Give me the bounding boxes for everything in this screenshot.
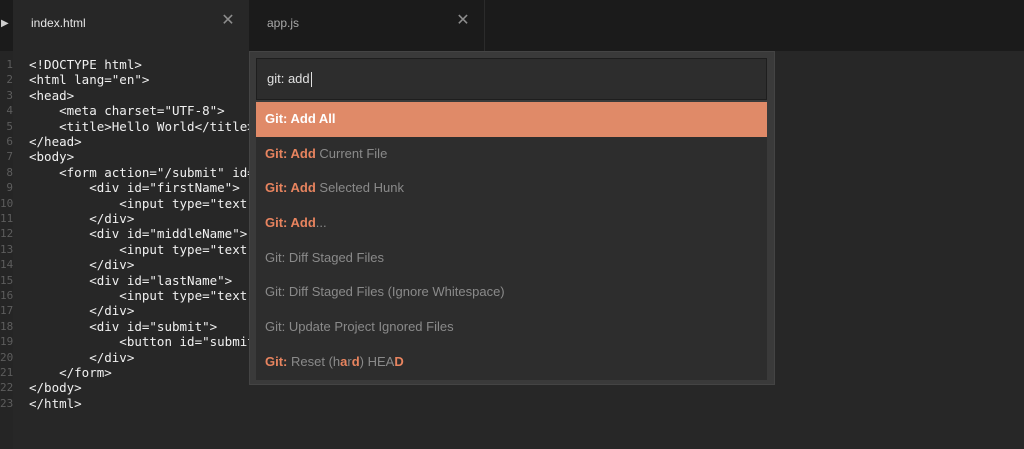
- code-line: <meta charset="UTF-8">: [29, 103, 225, 119]
- item-text: Reset (h: [287, 353, 341, 369]
- match-highlight: d: [351, 353, 360, 369]
- match-highlight: D: [394, 353, 404, 369]
- line-number: 22: [0, 381, 13, 395]
- tab-app-js[interactable]: app.js ✕: [249, 0, 485, 51]
- code-line: <form action="/submit" id=": [29, 164, 263, 180]
- item-text: Current File: [315, 145, 388, 161]
- tab-index-html[interactable]: index.html ✕: [13, 0, 249, 51]
- command-palette-item[interactable]: Git: Add All: [256, 102, 767, 137]
- command-palette-input[interactable]: git: add: [256, 58, 767, 100]
- item-text: ) HEA: [359, 353, 395, 369]
- line-number: 18: [0, 319, 13, 333]
- code-line: <input type="text": [29, 195, 255, 211]
- line-number: 10: [0, 196, 13, 210]
- command-palette-item[interactable]: Git: Reset (hard) HEAD: [256, 345, 767, 380]
- command-palette-item[interactable]: Git: Add Current File: [256, 137, 767, 172]
- close-icon[interactable]: ✕: [221, 12, 235, 28]
- line-number-gutter: 1 2 3 4 5 6 7 8 9 10 11 12 13 14 15 16 17 18 19 20 21 22 23: [0, 51, 13, 449]
- tab-label: index.html: [31, 16, 86, 30]
- code-line: <body>: [29, 149, 75, 165]
- line-number: 20: [0, 350, 13, 364]
- code-line: <!DOCTYPE html>: [29, 57, 142, 72]
- match-highlight: Git: Add All: [265, 111, 336, 126]
- line-number: 8: [6, 165, 13, 179]
- tab-label: app.js: [267, 16, 300, 30]
- line-number: 4: [6, 104, 13, 118]
- tab-bar: ▶ index.html ✕ app.js ✕: [0, 0, 1024, 51]
- code-line: </div>: [29, 257, 135, 273]
- code-line: <html lang="en">: [29, 72, 150, 88]
- command-palette-item[interactable]: Git: Update Project Ignored Files: [256, 310, 767, 345]
- text-caret: [310, 72, 312, 88]
- item-text: Git: Diff Staged Files: [265, 249, 384, 265]
- line-number: 15: [0, 273, 13, 287]
- code-line: <div id="submit">: [29, 318, 218, 334]
- line-number: 11: [0, 212, 13, 225]
- item-text: Selected Hunk: [315, 180, 404, 196]
- line-number: 5: [6, 119, 13, 133]
- line-number: 16: [0, 289, 13, 302]
- match-highlight: Git:: [265, 353, 288, 369]
- code-line: </div>: [29, 303, 135, 319]
- palette-query: git: add: [267, 71, 310, 86]
- line-number: 17: [0, 304, 13, 318]
- close-icon[interactable]: ✕: [456, 12, 470, 28]
- code-line: </head>: [29, 134, 82, 149]
- line-number: 23: [0, 396, 13, 410]
- command-palette-item[interactable]: Git: Add Selected Hunk: [256, 171, 767, 206]
- line-number: 21: [0, 366, 13, 379]
- code-line: <title>Hello World</title>: [29, 118, 255, 134]
- item-text: Git: Update Project Ignored Files: [265, 319, 454, 335]
- code-line: </body>: [29, 380, 82, 396]
- line-number: 6: [6, 135, 13, 148]
- line-number: 14: [0, 258, 13, 272]
- line-number: 1: [6, 58, 13, 71]
- code-line: <button id="submitB: [29, 334, 263, 350]
- code-line: </div>: [29, 211, 135, 226]
- command-palette-item[interactable]: Git: Diff Staged Files: [256, 241, 767, 276]
- line-number: 12: [0, 227, 13, 241]
- command-palette-item[interactable]: Git: Diff Staged Files (Ignore Whitespac…: [256, 275, 767, 310]
- play-arrow-icon[interactable]: ▶: [1, 17, 13, 31]
- match-highlight: Git: Add: [265, 145, 316, 161]
- line-number: 7: [6, 150, 13, 164]
- match-highlight: Git: Add: [265, 180, 316, 196]
- code-line: <input type="text": [29, 241, 255, 257]
- item-text: Git: Diff Staged Files (Ignore Whitespac…: [265, 284, 505, 300]
- line-number: 13: [0, 242, 13, 256]
- match-highlight: Git: Add: [265, 215, 316, 231]
- command-palette-item[interactable]: Git: Add...: [256, 206, 767, 241]
- code-line: </form>: [29, 365, 112, 380]
- line-number: 19: [0, 335, 13, 349]
- code-line: <div id="firstName">: [29, 180, 240, 196]
- command-palette: git: add Git: Add All Git: Add Current Fi…: [250, 52, 774, 384]
- line-number: 2: [6, 73, 13, 87]
- command-palette-results: Git: Add All Git: Add Current File Git: Ad…: [256, 102, 767, 380]
- code-line: <div id="middleName">: [29, 226, 248, 242]
- code-line: <input type="text": [29, 288, 255, 303]
- code-line: </html>: [29, 395, 82, 411]
- item-text: ...: [315, 215, 327, 231]
- line-number: 9: [6, 181, 13, 195]
- code-line: <div id="lastName">: [29, 272, 233, 288]
- line-number: 3: [6, 88, 13, 102]
- code-line: <head>: [29, 87, 75, 103]
- code-line: </div>: [29, 349, 135, 365]
